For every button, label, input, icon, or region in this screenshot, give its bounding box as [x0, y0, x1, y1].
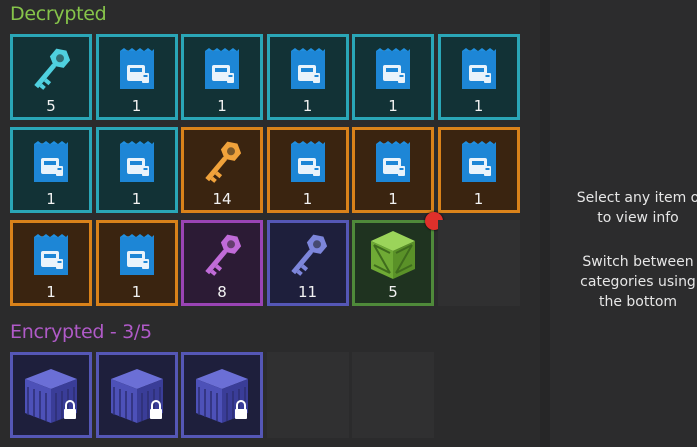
item-count: 5 — [388, 283, 398, 301]
inventory-panel: Decrypted 590%181%190%180%189%188%187%11… — [0, 0, 540, 447]
empty-slot — [352, 352, 434, 438]
key-icon — [29, 41, 73, 101]
encrypted-section-title: Encrypted - 3/5 — [10, 321, 152, 343]
data-pack-icon — [32, 233, 70, 281]
item-count: 1 — [473, 97, 484, 115]
info-line: Switch between — [582, 254, 694, 270]
inventory-slot-pack[interactable]: 90%1 — [95, 34, 178, 120]
data-pack-icon — [32, 140, 70, 188]
data-pack-icon — [460, 140, 498, 188]
key-icon — [200, 134, 244, 194]
item-count: 1 — [217, 97, 227, 115]
inventory-slot-key[interactable]: 14 — [181, 127, 263, 213]
inventory-slot-pack[interactable]: 80%1 — [352, 34, 434, 120]
data-pack-icon — [289, 140, 327, 188]
item-count: 1 — [46, 190, 56, 208]
inventory-slot-pack[interactable]: 90%1 — [266, 34, 349, 120]
data-pack-icon — [203, 47, 241, 95]
inventory-slot-pack[interactable]: 67%1 — [266, 127, 349, 213]
info-line: Select any item o — [576, 190, 697, 206]
data-pack-icon — [374, 140, 412, 188]
item-count: 14 — [212, 190, 232, 208]
inventory-slot-locked-crate[interactable] — [181, 352, 263, 438]
inventory-slot-locked-crate[interactable] — [95, 352, 178, 438]
data-pack-icon — [118, 233, 156, 281]
inventory-slot-pack[interactable]: 70%1 — [10, 220, 92, 306]
inventory-slot-pack[interactable]: 71%1 — [95, 220, 178, 306]
item-count: 1 — [388, 97, 398, 115]
key-icon — [286, 227, 330, 287]
empty-slot — [437, 220, 520, 306]
item-count: 11 — [297, 283, 318, 301]
locked-crate-icon — [191, 365, 253, 431]
data-pack-icon — [374, 47, 412, 95]
decrypted-section-title: Decrypted — [10, 3, 107, 25]
info-line: to view info — [597, 210, 679, 226]
item-count: 1 — [131, 283, 142, 301]
item-count: 8 — [217, 283, 227, 301]
inventory-slot-locked-crate[interactable] — [10, 352, 92, 438]
info-line: the bottom — [598, 294, 678, 310]
inventory-slot-crate[interactable]: 5 — [352, 220, 434, 306]
panel-divider — [540, 0, 550, 447]
data-pack-icon — [118, 140, 156, 188]
item-count: 1 — [302, 97, 313, 115]
item-count: 1 — [46, 283, 56, 301]
data-pack-icon — [289, 47, 327, 95]
item-count: 1 — [388, 190, 398, 208]
inventory-slot-pack[interactable]: 81%1 — [181, 34, 263, 120]
locked-crate-icon — [20, 365, 82, 431]
item-count: 1 — [473, 190, 484, 208]
inventory-slot-key[interactable]: 5 — [10, 34, 92, 120]
data-pack-icon — [118, 47, 156, 95]
info-text: Select any item o to view info Switch be… — [558, 188, 697, 336]
item-count: 1 — [131, 190, 142, 208]
inventory-slot-key[interactable]: 8 — [181, 220, 263, 306]
inventory-slot-pack[interactable]: 88%1 — [10, 127, 92, 213]
item-count: 1 — [302, 190, 313, 208]
inventory-slot-pack[interactable]: 87%1 — [95, 127, 178, 213]
empty-slot — [266, 352, 349, 438]
locked-crate-icon — [106, 365, 168, 431]
inventory-slot-pack[interactable]: 68%1 — [352, 127, 434, 213]
item-count: 5 — [46, 97, 56, 115]
data-pack-icon — [460, 47, 498, 95]
item-count: 1 — [131, 97, 142, 115]
key-icon — [200, 227, 244, 287]
info-line: categories using — [580, 274, 696, 290]
inventory-slot-pack[interactable]: 89%1 — [437, 34, 520, 120]
info-panel: Select any item o to view info Switch be… — [550, 0, 697, 447]
green-crate-icon — [368, 229, 418, 285]
inventory-slot-pack[interactable]: 78%1 — [437, 127, 520, 213]
inventory-slot-key[interactable]: 11 — [266, 220, 349, 306]
